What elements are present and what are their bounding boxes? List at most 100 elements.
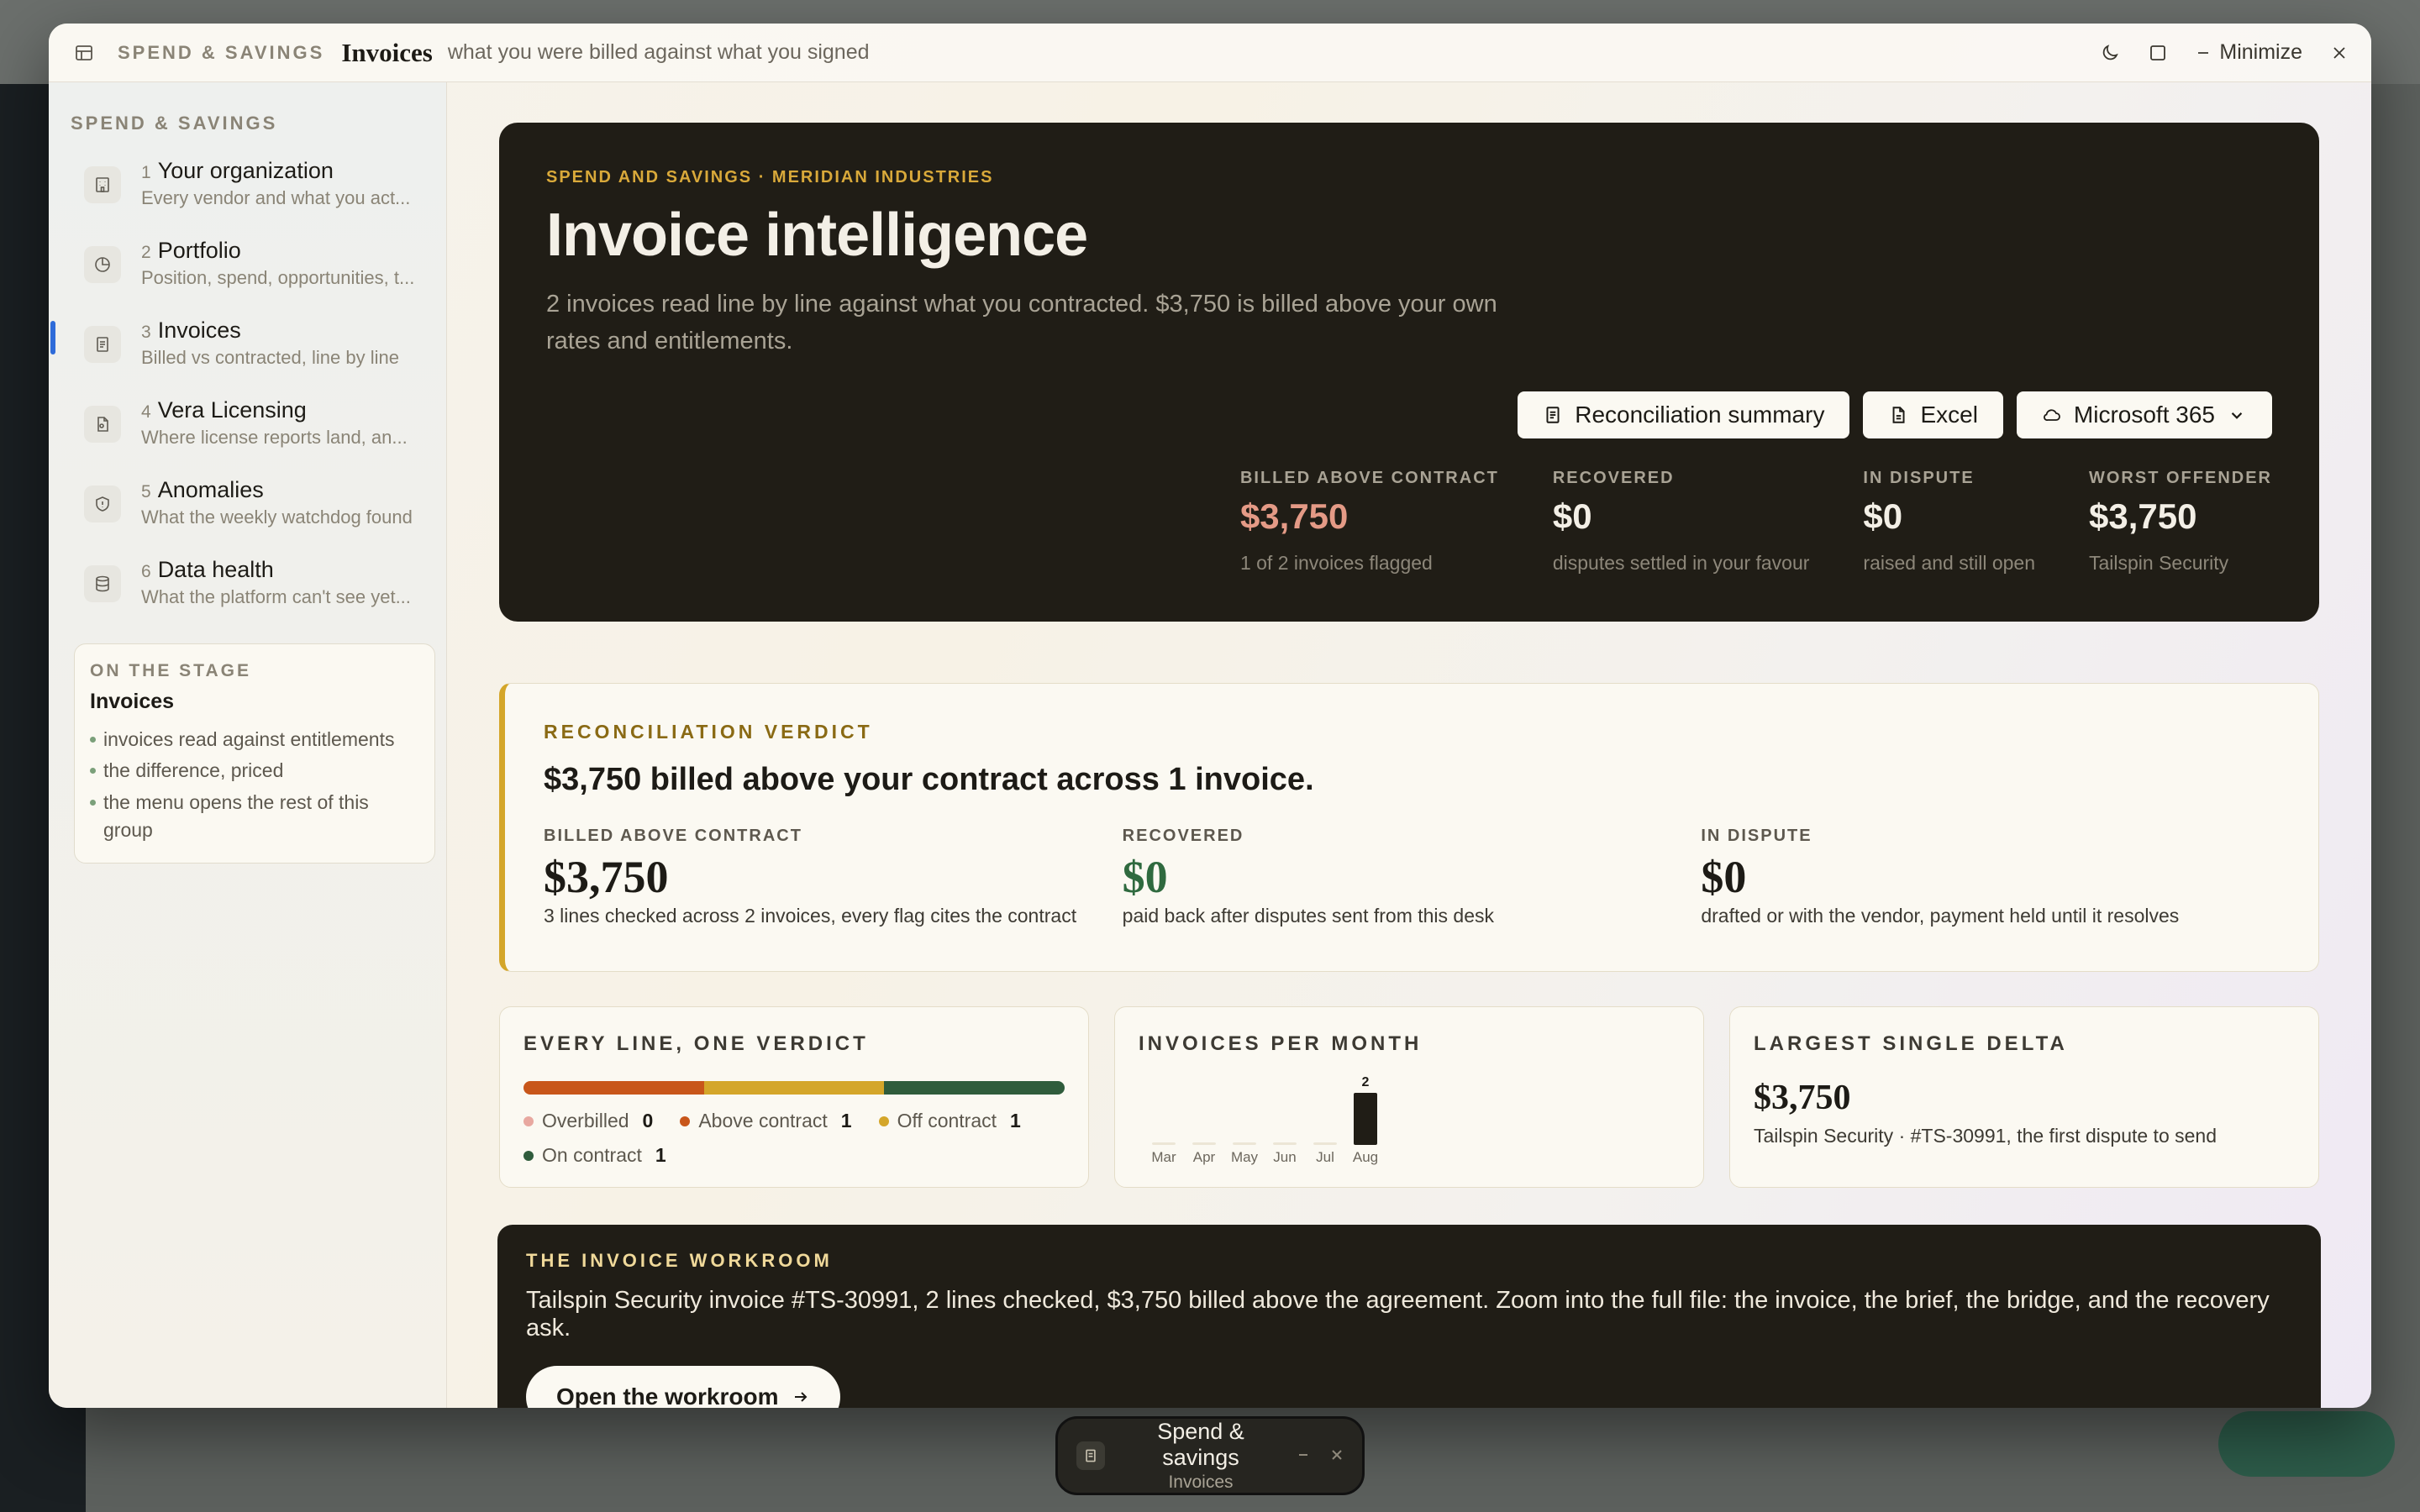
button-label: Open the workroom [556,1383,779,1408]
close-icon [1332,1450,1342,1460]
minimized-window-dock[interactable]: Spend & savings Invoices [1055,1416,1365,1495]
window-title: Invoices [341,37,433,67]
hero-panel: SPEND AND SAVINGS · MERIDIAN INDUSTRIES … [499,123,2319,622]
chart-bar-may [1233,1142,1256,1145]
nav-label: Data health [157,557,274,582]
hero-actions: Reconciliation summary Excel Microsoft 3… [1518,391,2272,438]
legend-on-contract: On contract 1 [523,1144,666,1167]
nav-label: Invoices [157,318,241,343]
legend-count: 1 [840,1110,852,1131]
invoices-per-month-chart: Mar Apr May Jun Jul Aug 2 [1151,1075,1378,1165]
stage-title: Invoices [90,690,175,713]
button-label: Excel [1920,402,1978,428]
sidebar-item-your-organization[interactable]: 1 Your organization Every vendor and what… [71,150,429,229]
verdict-value: $0 [1122,852,1168,902]
legend-count: 1 [655,1144,666,1166]
verdict-eyebrow: RECONCILIATION VERDICT [544,721,873,743]
stat-label: BILLED ABOVE CONTRACT [1239,469,1499,487]
sidebar-item-data-health[interactable]: 6 Data health What the platform can't see… [71,549,429,628]
nav-label: Your organization [157,158,334,183]
minimize-button[interactable]: Minimize [2196,40,2302,65]
invoices-per-month-card: INVOICES PER MONTH Mar Apr May Jun Jul Aug 2 [1114,1006,1704,1188]
legend-label: Overbilled [542,1110,629,1131]
open-workroom-button[interactable]: Open the workroom [526,1366,841,1408]
pie-chart-icon [84,246,121,283]
verdict-note: paid back after disputes sent from this … [1122,905,1495,927]
building-icon [84,166,121,203]
verdict-value: $3,750 [544,852,669,902]
stat-label: IN DISPUTE [1863,469,1975,487]
legend-count: 0 [642,1110,654,1131]
chevron-down-icon [2231,412,2243,419]
window-eyebrow: SPEND & SAVINGS [118,41,325,63]
legend-off-contract: Off contract 1 [878,1110,1021,1132]
stat-value: $0 [1863,496,1903,536]
verdict-columns: BILLED ABOVE CONTRACT $3,750 3 lines che… [544,827,2280,927]
license-file-icon [84,406,121,443]
microsoft-365-dropdown[interactable]: Microsoft 365 [2016,391,2272,438]
nav-label: Anomalies [157,477,264,502]
chart-bar-jun [1273,1142,1297,1145]
theme-toggle-button[interactable] [2100,43,2120,63]
verdict-note: 3 lines checked across 2 invoices, every… [544,905,1077,927]
moon-icon [2103,44,2119,60]
stat-note: raised and still open [1863,552,2035,574]
bar-segment-on-contract [884,1081,1065,1095]
chart-tick-label: Apr [1193,1149,1216,1165]
legend-dot [523,1150,534,1161]
spreadsheet-icon [1893,407,1905,423]
dock-text: Spend & savings Invoices [1120,1419,1281,1493]
database-icon [84,565,121,602]
close-button[interactable] [2331,45,2348,61]
reconciliation-summary-button[interactable]: Reconciliation summary [1518,391,1850,438]
close-icon [2333,46,2345,59]
nav-description: Position, spend, opportunities, t... [141,267,415,288]
sidebar-item-invoices[interactable]: 3 Invoices Billed vs contracted, line by … [50,309,429,389]
maximize-button[interactable] [2149,44,2167,62]
nav-number: 6 [141,562,151,581]
line-verdict-card: EVERY LINE, ONE VERDICT Overbilled 0 Abov… [499,1006,1089,1188]
stage-point: the difference, priced [90,757,419,785]
chart-bar-jul [1313,1142,1337,1145]
chart-bar-aug [1354,1093,1377,1145]
stat-in-dispute: IN DISPUTE $0 raised and still open [1863,469,2035,575]
card-title: INVOICES PER MONTH [1139,1032,1423,1055]
nav-number: 4 [141,402,151,422]
verdict-label: RECOVERED [1122,827,1244,845]
excel-export-button[interactable]: Excel [1863,391,2003,438]
window-subtitle: what you were billed against what you si… [447,40,870,64]
chart-tick-label: Aug [1353,1149,1378,1165]
largest-delta-card: LARGEST SINGLE DELTA $3,750 Tailspin Sec… [1729,1006,2319,1188]
stat-recovered: RECOVERED $0 disputes settled in your fa… [1553,469,1810,575]
window-controls: Minimize [2100,40,2348,65]
dock-title: Spend & savings [1157,1419,1244,1470]
verdict-bar [523,1081,1065,1095]
stat-note: disputes settled in your favour [1552,552,1810,574]
nav-description: What the platform can't see yet... [141,586,411,607]
dock-close-button[interactable] [1330,1445,1344,1467]
nav-description: What the weekly watchdog found [141,507,413,528]
document-icon [84,326,121,363]
legend-label: Above contract [698,1110,828,1131]
dock-subtitle: Invoices [1168,1473,1234,1492]
dock-minimize-button[interactable] [1297,1445,1310,1467]
stage-point: the menu opens the rest of this group [90,789,419,845]
on-the-stage-card: ON THE STAGE Invoices invoices read agai… [74,643,435,864]
stat-billed-above-contract: BILLED ABOVE CONTRACT $3,750 1 of 2 invo… [1240,469,1499,575]
background-fab [2218,1411,2395,1477]
chart-bar-mar [1152,1142,1176,1145]
stat-label: WORST OFFENDER [2089,469,2272,487]
stat-worst-offender: WORST OFFENDER $3,750 Tailspin Security [2089,469,2272,575]
verdict-in-dispute: IN DISPUTE $0 drafted or with the vendor… [1701,827,2280,927]
minus-icon [1299,1454,1307,1456]
stat-value: $0 [1552,496,1592,536]
summary-cards: EVERY LINE, ONE VERDICT Overbilled 0 Abov… [499,1006,2319,1188]
button-label: Reconciliation summary [1575,402,1825,428]
legend-label: Off contract [897,1110,997,1131]
legend-above-contract: Above contract 1 [680,1110,852,1132]
arrow-right-icon [795,1392,808,1402]
sidebar-item-anomalies[interactable]: 5 Anomalies What the weekly watchdog foun… [71,469,429,549]
sidebar-item-portfolio[interactable]: 2 Portfolio Position, spend, opportunitie… [71,229,429,309]
sidebar-item-vera-licensing[interactable]: 4 Vera Licensing Where license reports la… [71,389,429,469]
nav-description: Where license reports land, an... [141,427,408,448]
